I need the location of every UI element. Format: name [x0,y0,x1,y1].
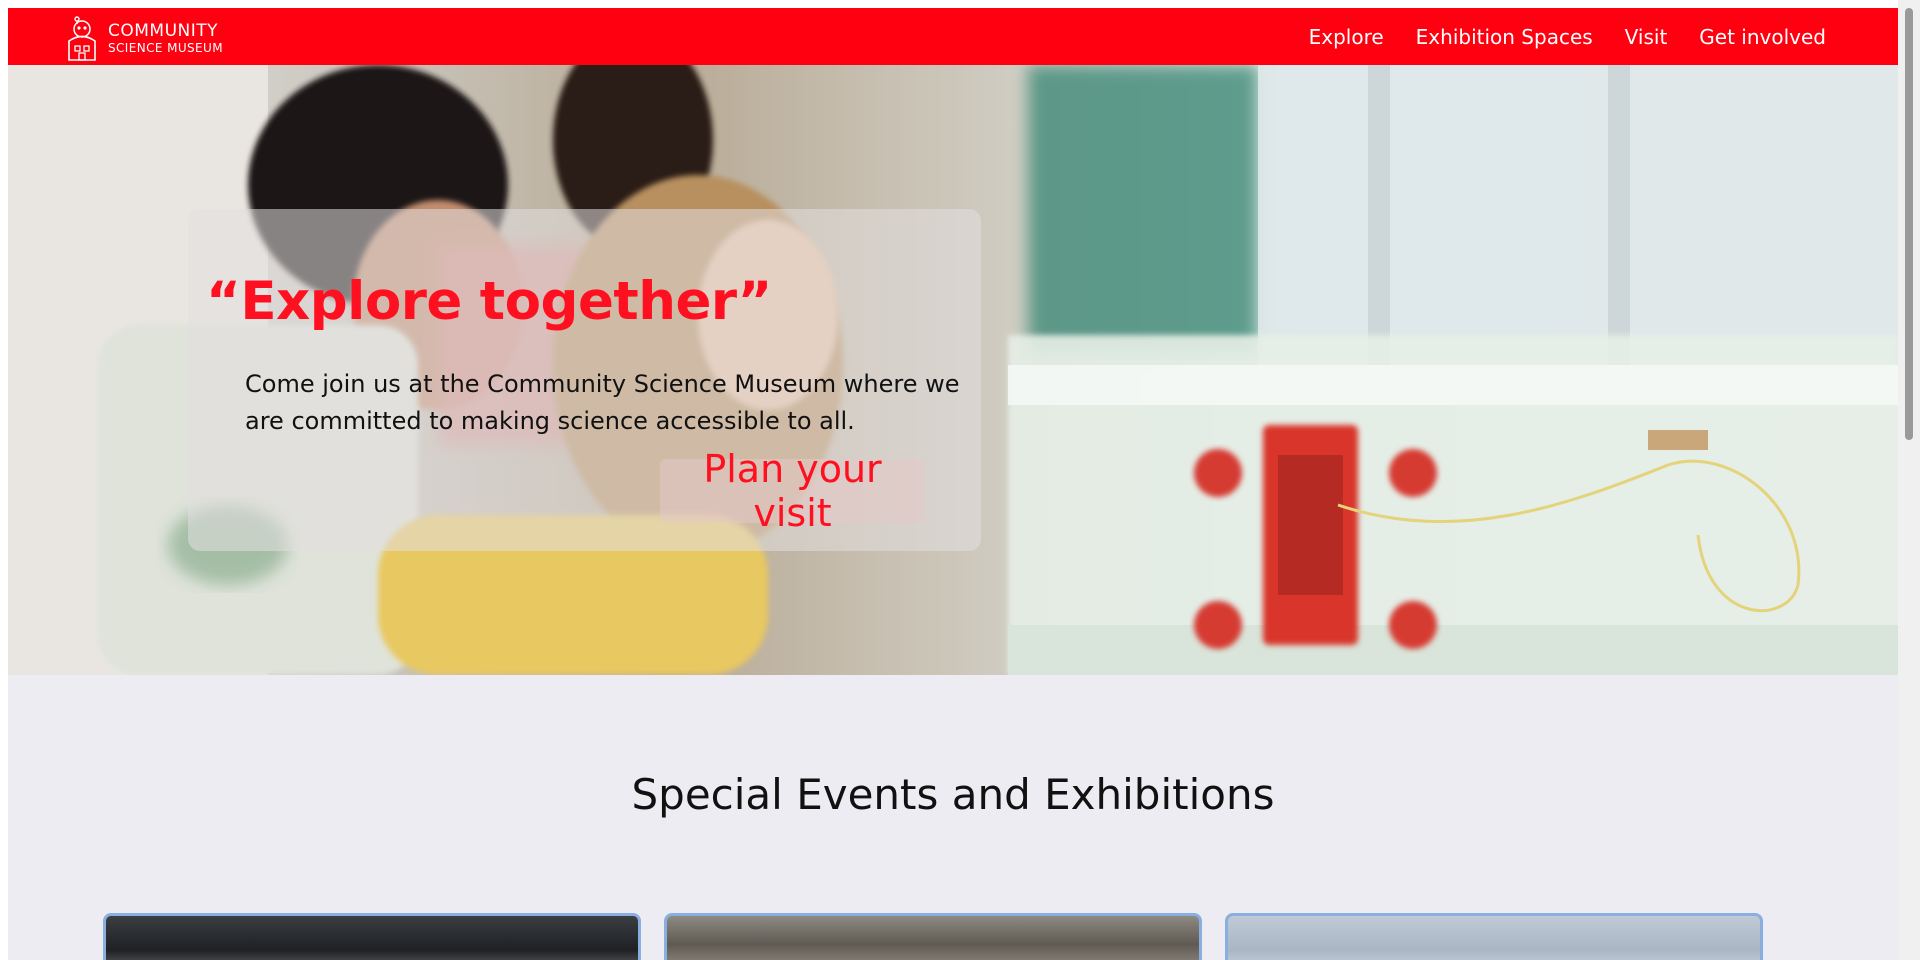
scrollbar-thumb[interactable] [1905,8,1913,440]
section-title: Special Events and Exhibitions [631,770,1275,819]
plan-visit-button[interactable]: Plan your visit [660,447,925,535]
event-card-1[interactable] [103,913,641,960]
nav-visit-link[interactable]: Visit [1625,25,1668,49]
nav-get-involved-link[interactable]: Get involved [1699,25,1826,49]
top-nav: COMMUNITY SCIENCE MUSEUM Explore Exhibit… [8,8,1898,65]
hero-description: Come join us at the Community Science Mu… [245,370,960,435]
page-viewport: COMMUNITY SCIENCE MUSEUM Explore Exhibit… [8,8,1898,960]
nav-explore-link[interactable]: Explore [1309,25,1384,49]
hero-section: “Explore together” Come join us at the C… [8,65,1898,675]
logo-text: COMMUNITY SCIENCE MUSEUM [108,20,223,55]
nav-exhibition-spaces-link[interactable]: Exhibition Spaces [1416,25,1593,49]
hero-title: “Explore together” [206,271,772,332]
event-card-2[interactable] [664,913,1202,960]
event-card-3[interactable] [1225,913,1763,960]
museum-robot-icon [68,16,96,61]
page-scrollbar[interactable] [1898,0,1920,960]
logo-line-1: COMMUNITY [108,20,219,41]
nav-links: Explore Exhibition Spaces Visit Get invo… [1309,8,1826,65]
hero-card: “Explore together” Come join us at the C… [188,209,981,551]
museum-logo[interactable]: COMMUNITY SCIENCE MUSEUM [61,14,223,62]
logo-line-2: SCIENCE MUSEUM [108,40,223,55]
